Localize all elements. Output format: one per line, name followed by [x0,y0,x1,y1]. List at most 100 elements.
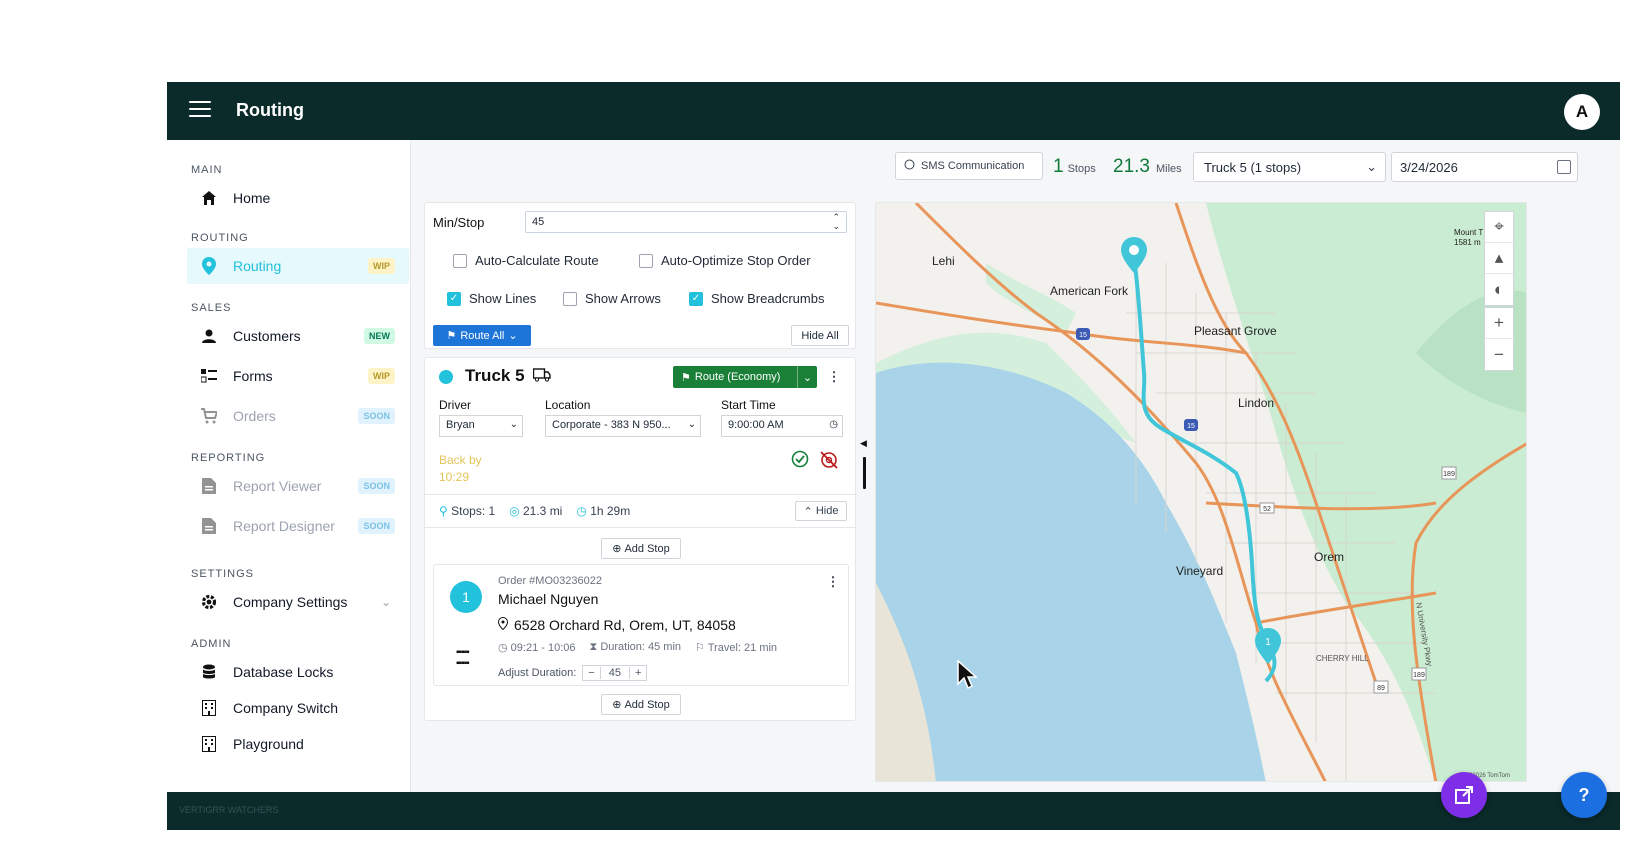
route-settings-card: Min/Stop 45 ⌃ ⌄ Auto-Calculate Route Auto… [424,202,856,349]
map-pin-icon [199,256,219,276]
forms-icon [199,366,219,386]
checkbox-box[interactable]: ✓ [689,291,703,306]
sidebar-item-database-locks[interactable]: Database Locks [187,654,409,690]
customer-name: Michael Nguyen [498,591,599,607]
sidebar-item-orders[interactable]: Orders SOON [187,398,409,434]
location-select[interactable]: Corporate - 383 N 950... ⌄ [545,415,701,437]
routing-panel: Min/Stop 45 ⌃ ⌄ Auto-Calculate Route Auto… [424,202,857,792]
sidebar-item-company-switch[interactable]: Company Switch [187,690,409,726]
chevron-down-icon: ⌄ [687,419,696,430]
check-circle-icon[interactable] [791,450,809,473]
checkbox-box[interactable] [639,253,653,268]
map-canvas[interactable]: 1 15 15 52 189 189 89 Lehi American Fork… [876,203,1527,782]
driver-select[interactable]: Bryan ⌄ [439,415,523,437]
sidebar-item-label: Playground [233,736,304,752]
truck-select[interactable]: Truck 5 (1 stops) ⌄ [1193,152,1386,182]
open-external-button[interactable] [1441,772,1487,818]
routing-header: SMS Communication 1 Stops 21.3 Miles Tru… [411,140,1620,200]
duration-stepper[interactable]: − 45 + [582,665,648,681]
truck-icon [532,368,551,387]
route-map[interactable]: 1 15 15 52 189 189 89 Lehi American Fork… [875,202,1527,782]
database-icon [199,662,219,682]
plus-button[interactable]: + [630,667,646,679]
truck-color-dot [439,370,453,384]
location-label: Location [545,398,591,412]
stop-card[interactable]: 1 ▪▪▪▪▪ ▪▪▪▪▪ Order #MO03236022 Michael N… [433,564,849,686]
add-stop-button[interactable]: ⊕ Add Stop [601,538,681,559]
show-breadcrumbs-checkbox[interactable]: ✓ Show Breadcrumbs [689,291,824,306]
collapse-panel-icon[interactable]: ◀ [860,438,867,449]
start-time-input[interactable]: 9:00:00 AM ◷ [721,415,843,437]
start-time-label: Start Time [721,398,776,412]
person-icon [199,326,219,346]
help-button[interactable]: ? [1561,772,1607,818]
sidebar-item-report-viewer[interactable]: Report Viewer SOON [187,468,409,504]
hide-label: Hide [815,505,839,517]
drag-handle-icon[interactable]: ▪▪▪▪▪ ▪▪▪▪▪ [456,647,470,669]
clock-icon[interactable]: ◷ [829,419,838,430]
date-input[interactable]: 3/24/2026 [1391,152,1578,182]
hide-all-button[interactable]: Hide All [791,325,849,346]
section-main: MAIN [191,164,223,176]
checkbox-box[interactable] [563,291,577,306]
truck-name: Truck 5 [465,366,525,385]
truck-select-value: Truck 5 (1 stops) [1204,160,1302,175]
route-all-button[interactable]: ⚑ Route All ⌄ [433,325,531,346]
auto-calculate-checkbox[interactable]: Auto-Calculate Route [453,253,599,268]
resize-handle[interactable] [863,457,866,489]
hamburger-menu-icon[interactable] [189,101,211,119]
home-icon [199,188,219,208]
sidebar-item-playground[interactable]: Playground [187,726,409,762]
sidebar-item-routing[interactable]: Routing WIP [187,248,409,284]
hide-truck-button[interactable]: ⌃ Hide [795,501,847,521]
distance-stat-item: ◎ 21.3 mi [509,504,562,518]
traffic-icon[interactable]: ◐ [1485,274,1513,305]
stop-timing: ◷ 09:21 - 10:06 ⧗ Duration: 45 min ⚐ Tra… [498,641,777,654]
sms-communication-button[interactable]: SMS Communication [895,152,1043,180]
show-lines-checkbox[interactable]: ✓ Show Lines [447,291,536,306]
highway-shield-label: 89 [1377,685,1385,692]
auto-optimize-label: Auto-Optimize Stop Order [661,253,811,268]
sidebar-item-home[interactable]: Home [187,180,409,216]
more-options-icon[interactable]: ⋮ [826,573,840,591]
sidebar-item-forms[interactable]: Forms WIP [187,358,409,394]
chevron-down-icon[interactable]: ⌄ [381,595,391,609]
highway-shield-label: 15 [1079,332,1087,339]
sidebar-item-customers[interactable]: Customers NEW [187,318,409,354]
add-stop-button[interactable]: ⊕ Add Stop [601,694,681,715]
route-icon: ⚑ [681,371,691,384]
more-options-icon[interactable]: ⋮ [827,368,841,386]
chat-icon [904,159,915,173]
min-stop-input[interactable]: 45 ⌃ ⌄ [525,211,847,233]
calendar-icon[interactable] [1557,160,1571,174]
highway-shield-label: 15 [1187,423,1195,430]
section-sales: SALES [191,302,232,314]
route-economy-button[interactable]: ⚑ Route (Economy) ⌄ [673,366,817,388]
checkbox-box[interactable]: ✓ [447,291,461,306]
location-off-icon[interactable] [819,450,839,475]
auto-optimize-checkbox[interactable]: Auto-Optimize Stop Order [639,253,811,268]
start-time-value: 9:00:00 AM [728,419,784,431]
chevron-down-icon[interactable]: ⌄ [797,366,817,388]
sms-label: SMS Communication [921,160,1025,172]
show-arrows-checkbox[interactable]: Show Arrows [563,291,661,306]
adjust-duration-value[interactable]: 45 [599,667,630,679]
sidebar-item-company-settings[interactable]: Company Settings ⌄ [187,584,409,620]
tilt-icon[interactable]: ▴ [1485,243,1513,274]
add-stop-label: Add Stop [624,542,670,555]
avatar[interactable]: A [1564,94,1600,130]
spinner-icon[interactable]: ⌃ ⌄ [832,213,840,231]
order-number[interactable]: Order #MO03236022 [498,575,602,587]
compass-icon[interactable]: ⌖ [1485,212,1513,243]
sidebar-item-label: Report Designer [233,518,335,534]
chevron-down-icon: ⌄ [1366,159,1377,174]
auto-calculate-label: Auto-Calculate Route [475,253,599,268]
sidebar-item-report-designer[interactable]: Report Designer SOON [187,508,409,544]
stops-label: Stops [1067,163,1096,175]
zoom-out-icon[interactable]: − [1485,339,1513,370]
driver-label: Driver [439,398,471,412]
checkbox-box[interactable] [453,253,467,268]
chevron-down-icon[interactable]: ⌄ [508,329,517,342]
zoom-in-icon[interactable]: + [1485,308,1513,339]
minus-button[interactable]: − [583,667,599,679]
